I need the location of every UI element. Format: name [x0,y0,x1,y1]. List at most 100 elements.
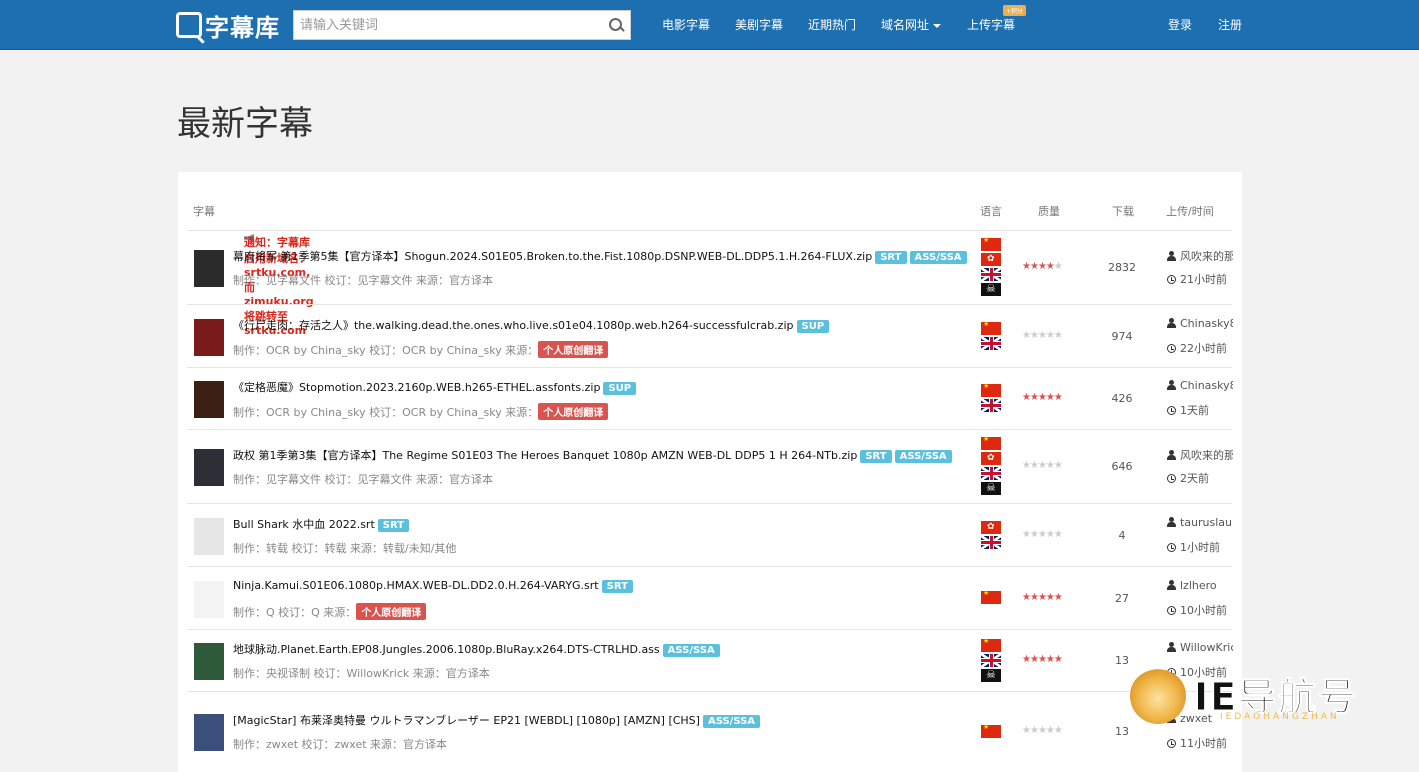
subtitle-link[interactable]: [MagicStar] 布莱泽奥特曼 ウルトラマンブレーザー EP21 [WEB… [233,714,700,727]
poster-thumbnail[interactable] [194,381,224,418]
subtitle-link[interactable]: Ninja.Kamui.S01E06.1080p.HMAX.WEB-DL.DD2… [233,579,599,592]
col-uploader: 上传/时间 [1166,205,1214,218]
uploader-text[interactable]: Chinasky8 [1180,317,1233,330]
uploader-text[interactable]: lzlhero [1180,579,1217,592]
upload-time: 2天前 [1167,470,1233,486]
language-flags [981,591,1001,606]
subtitle-meta: 制作：Q 校订：Q 来源： 个人原创翻译 [233,602,427,620]
nav-upload-subtitles[interactable]: 上传字幕 [967,16,1015,33]
gb-flag-icon [981,268,1001,281]
subtitle-meta: 制作：OCR by China_sky 校订：OCR by China_sky … [233,403,609,420]
download-count: 2832 [1108,261,1136,274]
cn-flag-icon [981,437,1001,450]
register-link[interactable]: 注册 [1218,16,1242,33]
subtitle-link[interactable]: 幕府将军 第1季第5集【官方译本】Shogun.2024.S01E05.Brok… [233,250,872,263]
nav-us-tv-subtitles[interactable]: 美剧字幕 [735,16,783,33]
subtitle-meta: 制作：见字幕文件 校订：见字幕文件 来源：官方译本 [233,471,493,487]
upload-time-text: 21小时前 [1180,273,1227,286]
star-icon: ★ [1029,460,1039,471]
site-logo[interactable]: 字幕库 [176,9,280,42]
source-badge: 个人原创翻译 [538,340,609,358]
col-downloads: 下载 [1112,205,1134,218]
poster-thumbnail[interactable] [194,580,224,618]
uploader-name[interactable]: Chinasky8 [1167,379,1233,392]
star-icon: ★ [1037,591,1047,603]
quality-rating: ★★★★★ [1022,392,1063,403]
subtitle-link[interactable]: 地球脉动.Planet.Earth.EP08.Jungles.2006.1080… [233,643,660,656]
star-icon: ★ [1029,591,1039,603]
upload-time: 1小时前 [1167,539,1233,555]
cn-flag-icon [981,724,1001,738]
uploader-name[interactable]: WillowKric [1167,641,1233,654]
meta-text: 制作：转载 校订：转载 来源：转载/未知/其他 [233,541,457,555]
table-row: 幕府将军 第1季第5集【官方译本】Shogun.2024.S01E05.Brok… [187,230,1233,304]
pirate-flag-icon [981,283,1001,296]
user-icon [1167,642,1176,652]
cn-flag-icon [981,321,1001,335]
format-badge: ASS/SSA [702,715,761,728]
user-icon [1167,251,1176,261]
search-input[interactable] [294,11,600,39]
uploader-name[interactable]: 风吹来的那 [1167,248,1233,264]
poster-thumbnail[interactable] [194,714,224,751]
meta-text: 制作：见字幕文件 校订：见字幕文件 来源：官方译本 [233,473,493,486]
poster-thumbnail[interactable] [194,643,224,680]
star-icon: ★ [1037,460,1047,471]
subtitle-link[interactable]: 《行尸走肉：存活之人》the.walking.dead.the.ones.who… [233,319,794,332]
poster-thumbnail[interactable] [194,517,224,555]
poster-thumbnail[interactable] [194,250,224,287]
upload-time-text: 22小时前 [1180,341,1227,355]
cn-flag-icon [981,638,1001,652]
subtitle-meta: 制作：转载 校订：转载 来源：转载/未知/其他 [233,540,456,556]
star-icon: ★ [1022,329,1031,341]
uploader-text[interactable]: 风吹来的那 [1180,250,1233,263]
uploader-name[interactable]: 风吹来的那 [1167,447,1233,463]
logo-icon [176,12,202,38]
subtitle-link[interactable]: 《定格恶魔》Stopmotion.2023.2160p.WEB.h265-ETH… [233,381,600,394]
upload-time-text: 1小时前 [1180,540,1220,554]
uploader-name[interactable]: Chinasky8 [1167,317,1233,330]
clock-icon [1167,275,1176,284]
star-icon: ★ [1022,725,1031,736]
star-icon: ★ [1045,591,1055,603]
nav-recent-popular[interactable]: 近期热门 [808,16,856,33]
format-badge: ASS/SSA [894,450,952,463]
subtitle-meta: 制作：见字幕文件 校订：见字幕文件 来源：官方译本 [233,272,493,288]
uploader-text[interactable]: Chinasky8 [1180,379,1233,392]
subtitle-meta: 制作：央视译制 校订：WillowKrick 来源：官方译本 [233,665,490,681]
uploader-text[interactable]: 风吹来的那 [1180,449,1233,462]
quality-rating: ★★★★★ [1022,261,1063,272]
poster-thumbnail[interactable] [194,318,224,356]
watermark: IE导航号 IEDAOHANGZHAN [1130,664,1398,726]
subtitle-link[interactable]: 政权 第1季第3集【官方译本】The Regime S01E03 The Her… [233,449,857,462]
quality-rating: ★★★★★ [1022,329,1063,341]
download-count: 426 [1111,392,1133,405]
subtitle-meta: 制作：OCR by China_sky 校订：OCR by China_sky … [233,340,609,358]
subtitle-link[interactable]: Bull Shark 水中血 2022.srt [233,518,375,531]
star-icon: ★ [1037,528,1047,540]
subtitle-meta: 制作：zwxet 校订：zwxet 来源：官方译本 [233,736,447,752]
star-icon: ★ [1053,654,1063,665]
star-icon: ★ [1029,528,1039,540]
quality-rating: ★★★★★ [1022,591,1063,603]
quality-rating: ★★★★★ [1022,654,1063,665]
nav-movie-subtitles[interactable]: 电影字幕 [662,16,710,33]
login-link[interactable]: 登录 [1168,16,1192,33]
cn-flag-icon [981,238,1001,251]
nav-domains[interactable]: 域名网址 [881,16,942,33]
watermark-subtext: IEDAOHANGZHAN [1220,712,1340,722]
uploader-name[interactable]: tauruslau [1167,516,1233,529]
format-badge: SRT [875,251,907,264]
uploader-name[interactable]: lzlhero [1167,579,1233,592]
star-icon: ★ [1045,392,1055,403]
search-icon[interactable] [600,11,630,39]
hk-flag-icon [981,452,1001,465]
uploader-text[interactable]: tauruslau [1180,516,1232,529]
poster-thumbnail[interactable] [194,449,224,486]
uploader-text[interactable]: WillowKric [1180,641,1233,654]
star-icon: ★ [1037,261,1047,272]
meta-text: 制作：见字幕文件 校订：见字幕文件 来源：官方译本 [233,274,493,287]
meta-text: 制作：OCR by China_sky 校订：OCR by China_sky … [233,343,539,357]
source-badge: 个人原创翻译 [356,602,427,620]
star-icon: ★ [1045,654,1055,665]
